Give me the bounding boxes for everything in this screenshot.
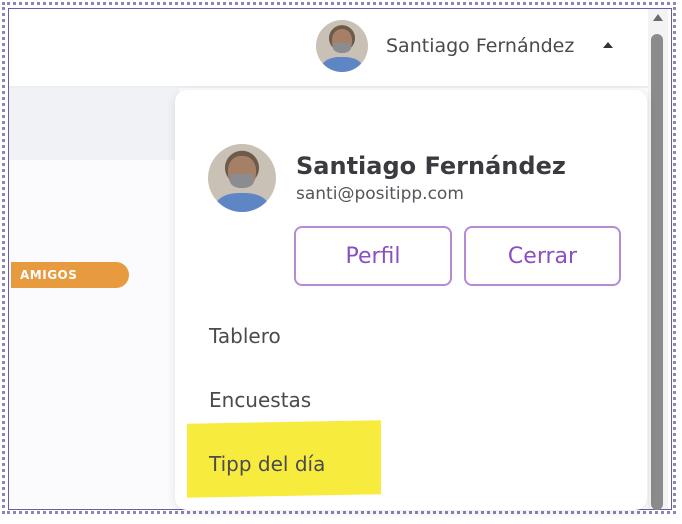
menu-item-encuestas[interactable]: Encuestas <box>209 388 311 412</box>
scrollbar-thumb[interactable] <box>651 34 663 510</box>
header-avatar[interactable] <box>316 20 368 72</box>
header-user-name[interactable]: Santiago Fernández <box>386 35 574 57</box>
dropdown-user-email: santi@positipp.com <box>296 184 464 204</box>
dropdown-avatar <box>208 144 276 212</box>
amigos-badge: AMIGOS <box>11 262 129 288</box>
menu-item-tipp-del-dia[interactable]: Tipp del día <box>209 452 325 476</box>
page-header-strip <box>9 88 179 160</box>
header-divider <box>9 86 649 88</box>
caret-up-icon[interactable] <box>603 42 613 48</box>
logout-button[interactable]: Cerrar <box>464 226 621 286</box>
dropdown-user-name: Santiago Fernández <box>296 152 566 180</box>
profile-button[interactable]: Perfil <box>294 226 452 286</box>
menu-item-tablero[interactable]: Tablero <box>209 324 281 348</box>
scroll-up-arrow-icon[interactable] <box>653 14 663 21</box>
